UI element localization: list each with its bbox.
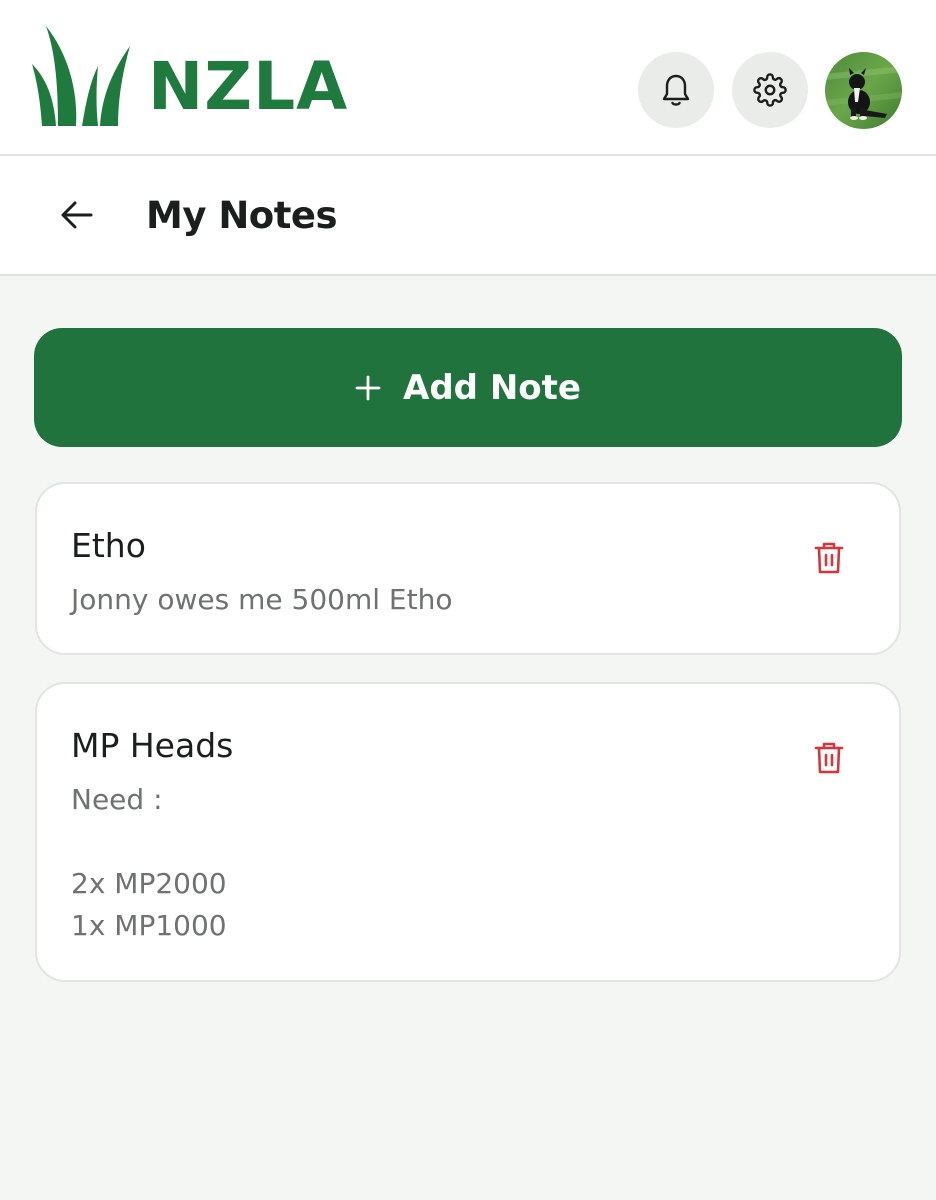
page-title: My Notes bbox=[146, 194, 338, 237]
gear-icon bbox=[753, 73, 787, 107]
delete-note-button[interactable] bbox=[809, 738, 849, 778]
note-card[interactable]: MP Heads Need : 2x MP2000 1x MP1000 bbox=[35, 682, 901, 982]
note-title: MP Heads bbox=[71, 726, 234, 765]
add-note-button[interactable]: Add Note bbox=[34, 328, 902, 447]
note-card[interactable]: Etho Jonny owes me 500ml Etho bbox=[35, 482, 901, 655]
bell-icon bbox=[662, 74, 690, 106]
note-title: Etho bbox=[71, 526, 146, 565]
page-header: My Notes bbox=[0, 156, 936, 276]
plus-icon bbox=[355, 375, 381, 400]
notifications-button[interactable] bbox=[638, 52, 714, 128]
add-note-label: Add Note bbox=[403, 367, 581, 408]
app-header: NZLA bbox=[0, 0, 936, 156]
settings-button[interactable] bbox=[732, 52, 808, 128]
note-body: Jonny owes me 500ml Etho bbox=[71, 583, 453, 616]
grass-logo-icon bbox=[32, 26, 130, 126]
delete-note-button[interactable] bbox=[809, 538, 849, 578]
trash-icon bbox=[814, 542, 844, 574]
arrow-left-icon bbox=[61, 201, 93, 229]
note-body: Need : 2x MP2000 1x MP1000 bbox=[71, 783, 227, 942]
trash-icon bbox=[814, 742, 844, 774]
back-button[interactable] bbox=[52, 190, 102, 240]
user-avatar-dog-photo bbox=[825, 52, 902, 129]
user-avatar[interactable] bbox=[825, 52, 902, 129]
nzla-logo[interactable]: NZLA bbox=[32, 26, 362, 130]
logo-text: NZLA bbox=[148, 48, 349, 125]
